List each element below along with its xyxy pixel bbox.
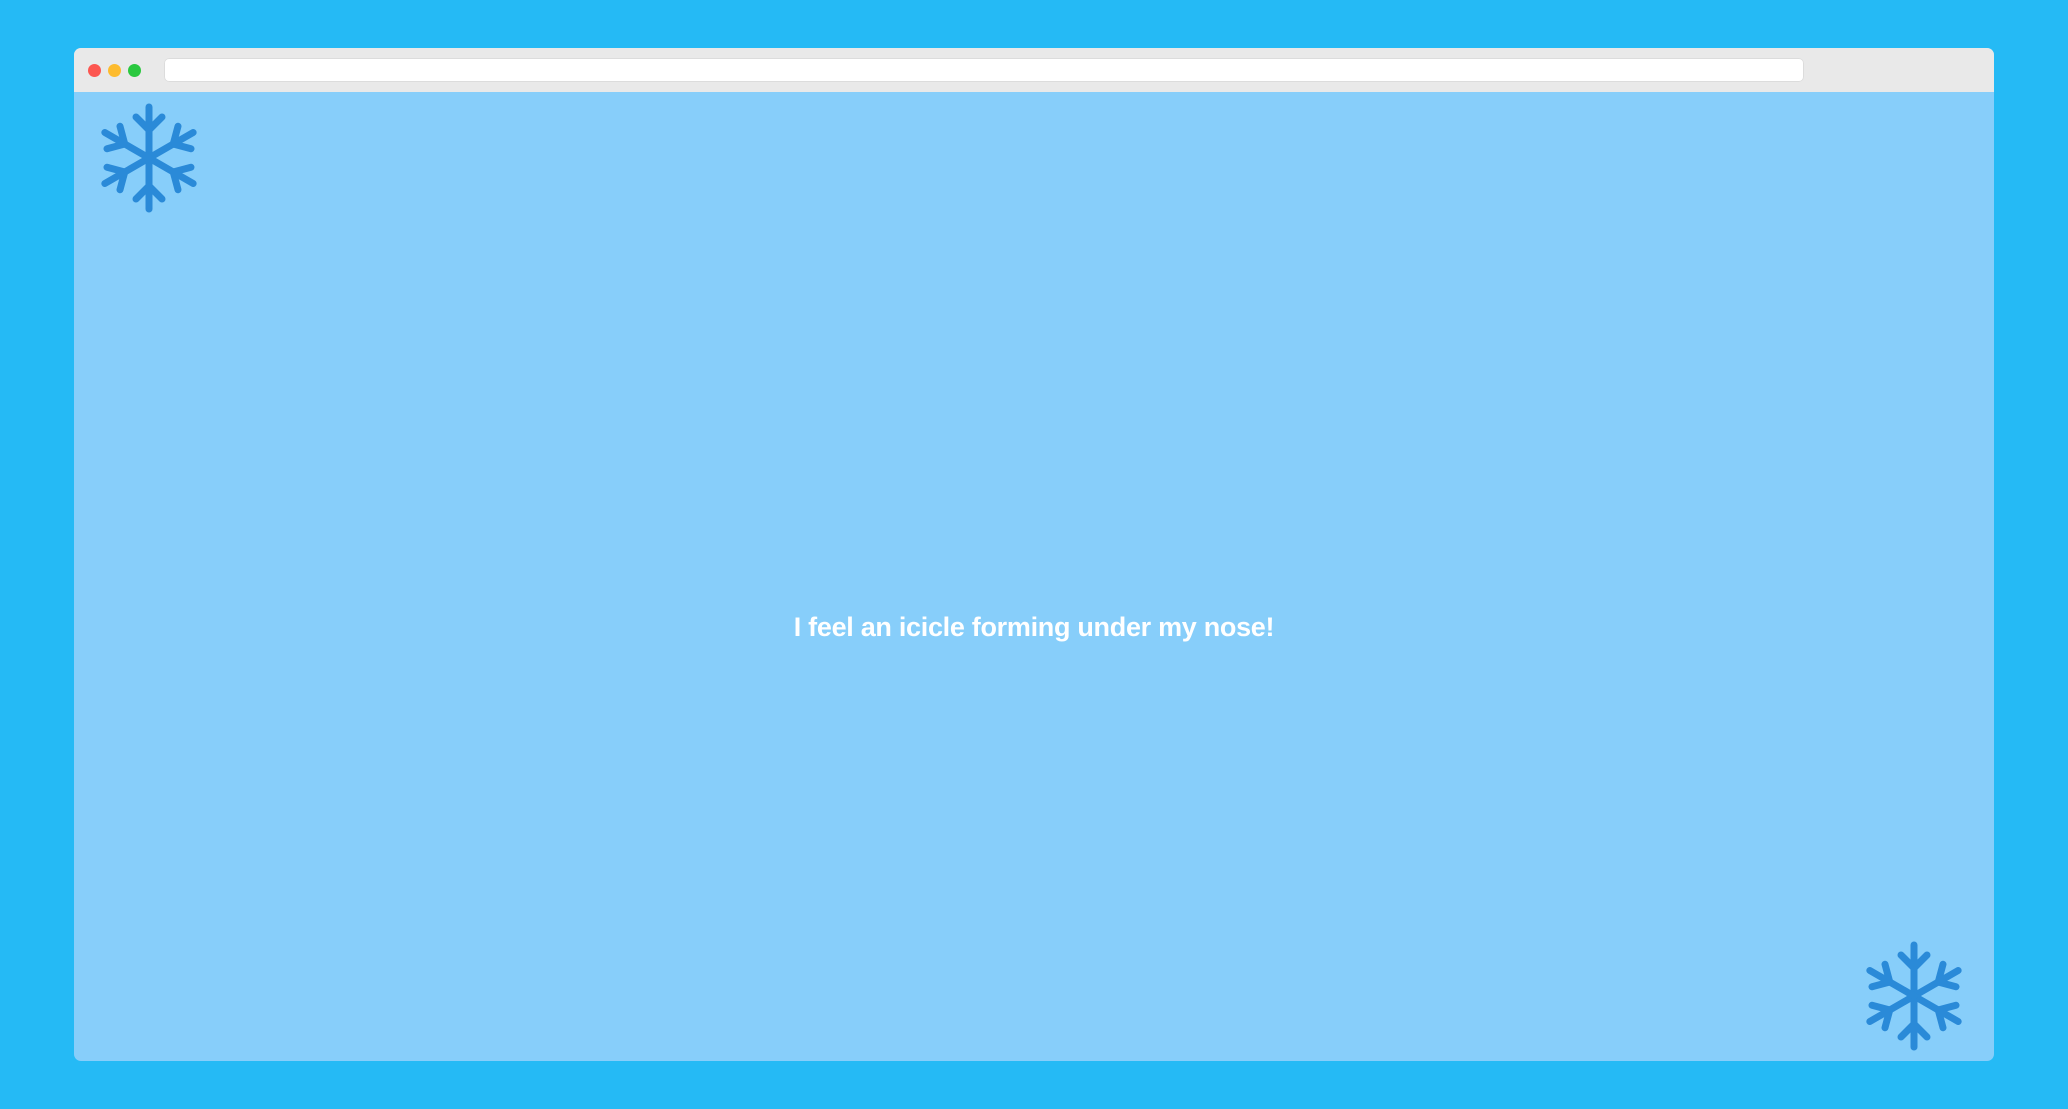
address-bar[interactable] (164, 58, 1804, 82)
close-window-button[interactable] (88, 64, 101, 77)
maximize-window-button[interactable] (128, 64, 141, 77)
minimize-window-button[interactable] (108, 64, 121, 77)
page-message: I feel an icicle forming under my nose! (793, 612, 1275, 642)
browser-window: I feel an icicle forming under my nose! (74, 48, 1994, 1061)
snowflake-icon (1866, 941, 1962, 1051)
page-content: I feel an icicle forming under my nose! (74, 92, 1994, 1061)
snowflake-icon (101, 103, 197, 213)
browser-titlebar (74, 48, 1994, 92)
